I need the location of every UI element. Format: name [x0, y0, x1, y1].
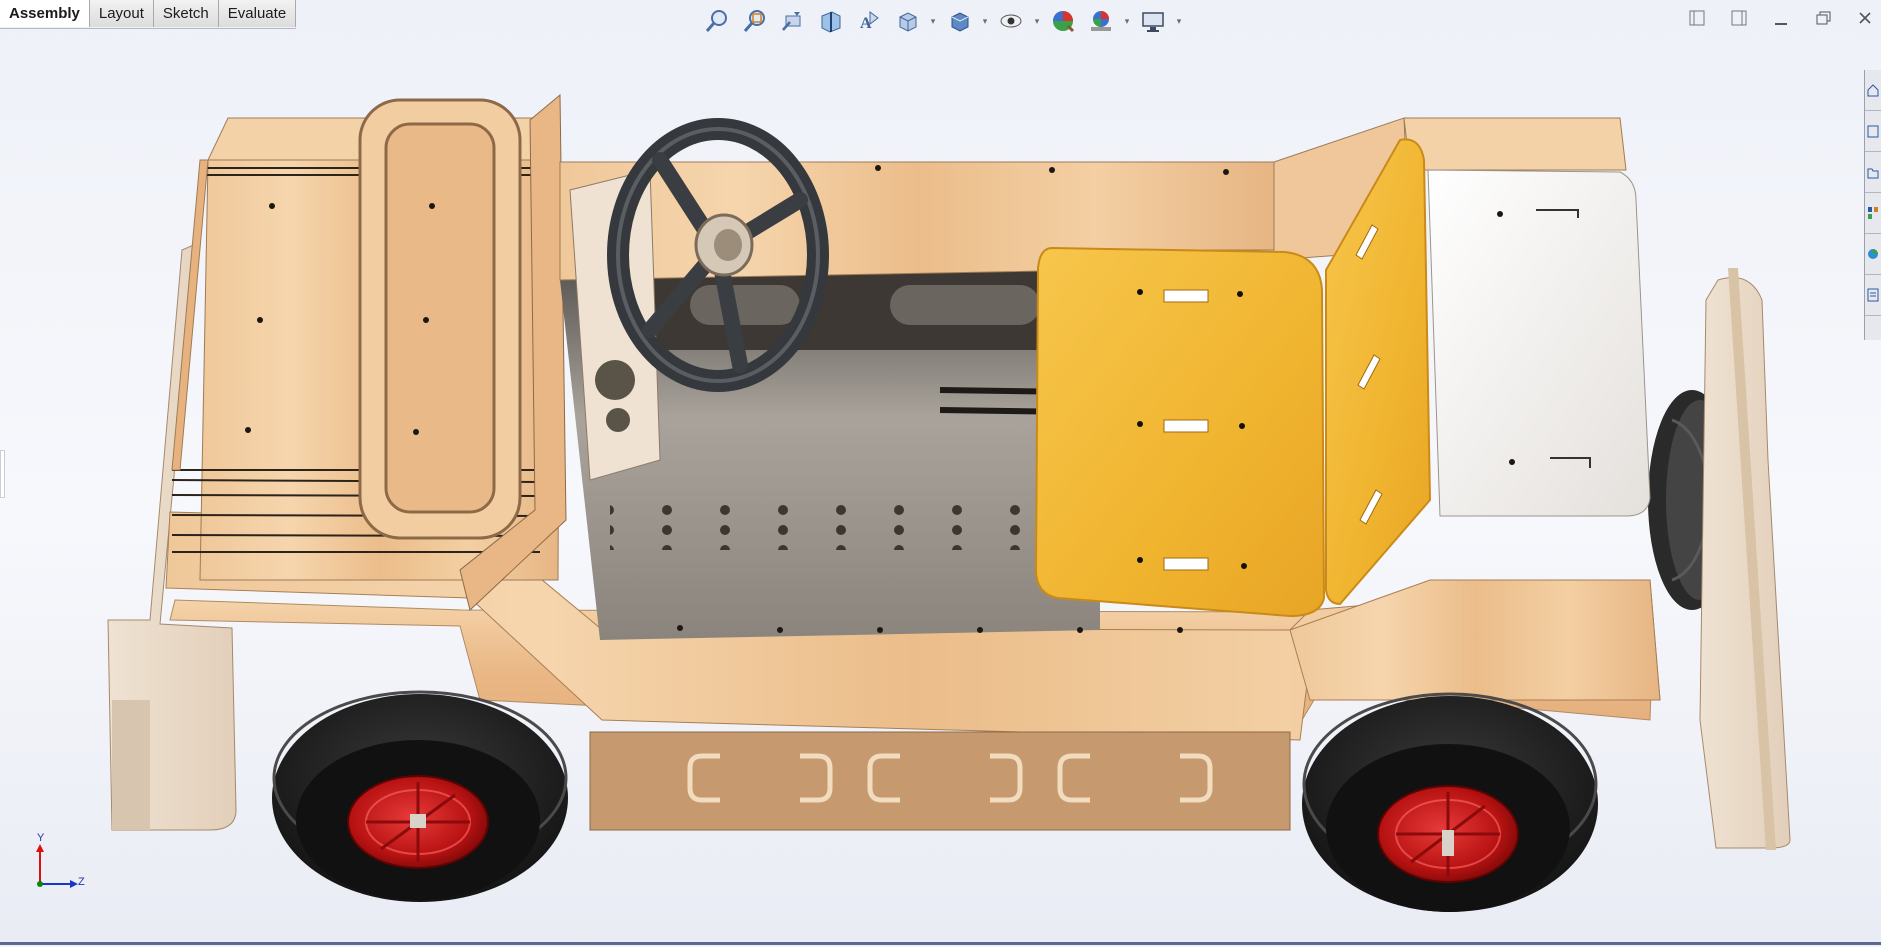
- custom-properties-icon[interactable]: [1865, 275, 1881, 316]
- rear-fender-right: [1699, 268, 1791, 850]
- heads-up-view-toolbar: A ▾ ▾ ▾ ▾ ▾: [700, 4, 1184, 38]
- hide-show-items-icon[interactable]: [994, 4, 1028, 38]
- apply-scene-dropdown-icon[interactable]: ▾: [1122, 4, 1132, 38]
- file-explorer-icon[interactable]: [1865, 152, 1881, 193]
- display-style-dropdown-icon[interactable]: ▾: [980, 4, 990, 38]
- tab-assembly[interactable]: Assembly: [0, 0, 90, 27]
- tab-evaluate[interactable]: Evaluate: [218, 0, 297, 27]
- document-window-controls: [1687, 8, 1881, 28]
- triad-y-label: Y: [37, 832, 45, 844]
- restore-icon[interactable]: [1813, 8, 1833, 28]
- feature-manager-collapse-handle[interactable]: [0, 450, 5, 498]
- view-orientation-icon[interactable]: [890, 4, 924, 38]
- display-style-icon[interactable]: [942, 4, 976, 38]
- hood-handle-frame: [358, 98, 522, 540]
- tab-sketch[interactable]: Sketch: [153, 0, 219, 27]
- appearances-scenes-icon[interactable]: [1865, 234, 1881, 275]
- dynamic-annotation-views-icon[interactable]: A: [852, 4, 886, 38]
- zoom-to-area-icon[interactable]: [738, 4, 772, 38]
- close-icon[interactable]: [1855, 8, 1875, 28]
- view-settings-icon[interactable]: [1136, 4, 1170, 38]
- car-assembly-model[interactable]: [0, 28, 1881, 942]
- previous-view-icon[interactable]: [776, 4, 810, 38]
- seat-cushion: [1034, 246, 1326, 618]
- body-underside-tray: [589, 731, 1291, 831]
- view-palette-icon[interactable]: [1865, 193, 1881, 234]
- rear-left-wheel: [1302, 692, 1598, 912]
- solidworks-resources-icon[interactable]: [1865, 70, 1881, 111]
- tab-layout[interactable]: Layout: [89, 0, 154, 27]
- edit-appearance-icon[interactable]: [1046, 4, 1080, 38]
- view-orientation-dropdown-icon[interactable]: ▾: [928, 4, 938, 38]
- tile-right-icon[interactable]: [1729, 8, 1749, 28]
- design-library-icon[interactable]: [1865, 111, 1881, 152]
- hide-show-dropdown-icon[interactable]: ▾: [1032, 4, 1042, 38]
- section-view-icon[interactable]: [814, 4, 848, 38]
- command-manager-tabs: Assembly Layout Sketch Evaluate: [0, 0, 297, 29]
- reference-triad: Y Z: [28, 832, 92, 896]
- task-pane-tabs: [1864, 70, 1881, 340]
- zoom-to-fit-icon[interactable]: [700, 4, 734, 38]
- triad-z-label: Z: [78, 876, 85, 888]
- tile-left-icon[interactable]: [1687, 8, 1707, 28]
- view-settings-dropdown-icon[interactable]: ▾: [1174, 4, 1184, 38]
- graphics-area[interactable]: [0, 28, 1881, 942]
- apply-scene-icon[interactable]: [1084, 4, 1118, 38]
- minimize-icon[interactable]: [1771, 8, 1791, 28]
- front-left-wheel: [272, 690, 568, 902]
- rear-trunk-lid: [1427, 169, 1651, 517]
